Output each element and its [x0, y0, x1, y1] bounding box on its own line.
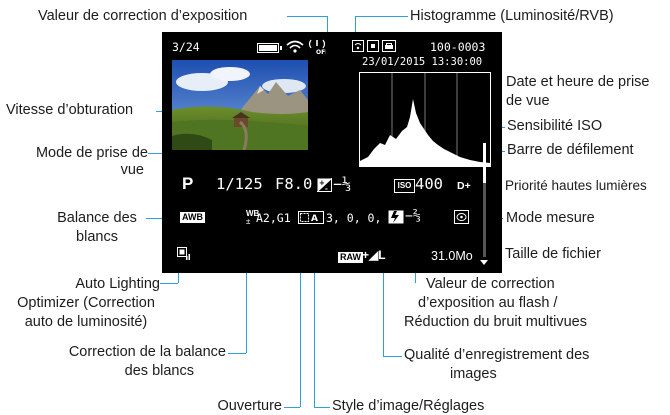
flash-comp-icon [388, 210, 404, 224]
wb-badge: AWB [180, 212, 205, 223]
highlight-priority: D+ [457, 180, 471, 192]
label-aperture: Ouverture [217, 398, 282, 414]
label-alo: Auto Lighting Optimizer (Correction auto… [6, 276, 166, 331]
file-size: 31.0Mo [431, 249, 473, 263]
label-white-balance-line2: blancs [76, 229, 118, 245]
label-highlight-priority: Priorité hautes lumières [505, 178, 647, 193]
picture-style-values: 3, 0, 0, 0 [326, 211, 396, 225]
photo-thumbnail [172, 60, 308, 150]
label-quality: Qualité d’enregistrement des images [404, 347, 589, 383]
folder-file-number: 100-0003 [430, 40, 486, 54]
flash-comp-value: −⅔ [405, 209, 421, 224]
picture-style-icon: A [298, 211, 324, 224]
alo-icon [177, 247, 190, 260]
label-alo-line1: Auto Lighting [75, 276, 160, 292]
label-datetime-line1: Date et heure de prise [506, 74, 650, 90]
label-alo-line2: Optimizer (Correction [17, 295, 155, 311]
label-file-size: Taille de fichier [505, 246, 601, 262]
evaluative-metering-icon [454, 210, 469, 224]
label-alo-line3: auto de luminosité) [24, 314, 148, 330]
label-iso: Sensibilité ISO [507, 118, 603, 134]
label-wb-correction-line2: des blancs [124, 363, 194, 379]
label-datetime-line2: de vue [506, 93, 550, 109]
label-white-balance-line1: Balance des [57, 210, 137, 226]
label-metering: Mode mesure [506, 210, 595, 226]
wifi-icon [286, 40, 304, 53]
label-flash-comp-line1: Valeur de correction [426, 276, 555, 292]
histogram [360, 73, 490, 166]
iso-value: 400 [415, 175, 443, 193]
label-shooting-mode: Mode de prise de vue [34, 145, 148, 179]
label-picture-style: Style d’image/Réglages [332, 398, 485, 414]
rating-icon [367, 40, 379, 52]
label-wb-correction: Correction de la balance des blancs [36, 344, 226, 380]
battery-icon [257, 43, 282, 53]
label-datetime: Date et heure de prise de vue [506, 74, 649, 110]
iso-badge: ISO [394, 179, 415, 193]
svg-text:A: A [311, 214, 318, 224]
svg-text:-: - [325, 185, 328, 192]
label-exposure-comp: Valeur de correction d’exposition [38, 8, 248, 24]
gps-off-icon: OFF [308, 39, 326, 55]
wb-plus-minus-icon: ± [246, 217, 251, 226]
aperture-value: F8.0 [275, 175, 313, 193]
scroll-thumb[interactable] [483, 143, 486, 183]
image-quality-suffix: +◢L [362, 248, 386, 262]
label-flash-comp-line3: Réduction du bruit multivues [404, 314, 587, 330]
label-histogram: Histogramme (Luminosité/RVB) [410, 8, 614, 24]
label-shooting-mode-line2: vue [120, 162, 144, 178]
exposure-comp-icon: + - [317, 178, 332, 192]
date-time: 23/01/2015 13:30:00 [362, 56, 483, 68]
label-quality-line2: images [450, 366, 497, 382]
camera-lcd-screen: 3/24 OFF 100-0003 23/01/2015 13:30:00 [162, 32, 502, 273]
wb-shift-value: A2,G1 [256, 211, 291, 225]
lock-icon [382, 40, 396, 52]
svg-text:OFF: OFF [316, 49, 326, 55]
label-quality-line1: Qualité d’enregistrement des [404, 347, 590, 363]
label-shooting-mode-line1: Mode de prise de [35, 145, 148, 161]
label-flash-comp: Valeur de correction d’exposition au fla… [404, 276, 664, 331]
scroll-bar[interactable] [483, 143, 486, 257]
raw-badge: RAW [338, 252, 363, 263]
histogram-frame [359, 72, 491, 167]
label-white-balance: Balance des blancs [48, 210, 146, 246]
image-counter: 3/24 [172, 40, 200, 54]
exposure-comp-value: −⅓ [333, 175, 352, 193]
label-scrollbar: Barre de défilement [507, 142, 634, 158]
label-shutter: Vitesse d’obturation [6, 102, 134, 118]
protect-icon [352, 40, 364, 52]
label-flash-comp-line2: d’exposition au flash / [418, 295, 558, 311]
label-wb-correction-line1: Correction de la balance [68, 344, 226, 360]
shooting-mode: P [182, 174, 194, 193]
shutter-speed: 1/125 [216, 175, 263, 193]
scroll-down-arrow-icon[interactable] [480, 260, 488, 265]
